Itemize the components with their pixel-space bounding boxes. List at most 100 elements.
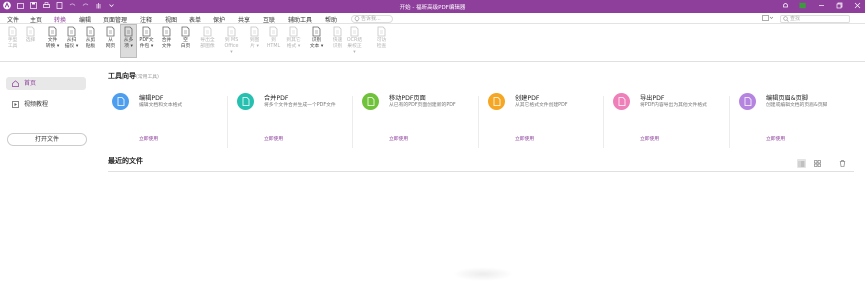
menu-view[interactable]: 视图 (165, 15, 177, 24)
ribbon-button-icon (350, 26, 359, 37)
close-icon[interactable] (853, 1, 861, 9)
ribbon-button-16[interactable]: 快速 识别 (329, 25, 346, 50)
use-now-link[interactable]: 立即使用 (640, 135, 659, 142)
card-divider (729, 96, 730, 148)
ribbon-button-13[interactable]: 到 HTML (265, 25, 282, 50)
tool-card[interactable]: 导出PDF 将PDF内容导出为其他文件格式 立即使用 (609, 90, 736, 150)
ribbon-button-5[interactable]: 从网页 (102, 25, 119, 50)
lightbulb-icon (354, 16, 360, 22)
ribbon-button-label-2: 工具 (7, 44, 18, 49)
tool-card-title: 编辑PDF (139, 95, 164, 102)
minimize-icon[interactable] (817, 1, 825, 9)
ribbon-button-label-2: 部图像 (200, 44, 215, 49)
ribbon-button-icon (86, 26, 95, 37)
open-file-button[interactable]: 打开文件 (7, 133, 87, 146)
ribbon-button-label-2: 贴板 (85, 44, 96, 49)
menu-annotate[interactable]: 注释 (140, 15, 152, 24)
edit-pdf-icon (112, 93, 129, 110)
export-pdf-icon (613, 93, 630, 110)
card-divider (227, 96, 228, 148)
tool-card-desc: 创建或编辑文档的页眉&页脚 (766, 103, 828, 108)
ribbon-button-12[interactable]: 到图片 ▾ (246, 25, 263, 50)
ribbon-button-2[interactable]: 文件 转换 ▾ (44, 25, 61, 50)
ribbon-button-icon (203, 26, 212, 37)
empty-state-graphic (453, 267, 513, 281)
find-input[interactable]: 查找 (780, 14, 850, 23)
menu-share[interactable]: 共享 (238, 15, 250, 24)
tool-card-title: 合并PDF (264, 95, 289, 102)
merge-pdf-icon (237, 93, 254, 110)
ribbon-toolbar: 手型 工具 选择 文件 转换 ▾ 从扫 描仪 ▾ 从剪 贴板从网页 从多项 ▾ PDF文 件包 ▾ 合并… (0, 24, 865, 62)
tool-card[interactable]: 合并PDF 将多个文件合并生成一个PDF文件 立即使用 (233, 90, 360, 150)
menu-connect[interactable]: 互联 (263, 15, 275, 24)
ribbon-button-7[interactable]: PDF文 件包 ▾ (138, 25, 155, 50)
use-now-link[interactable]: 立即使用 (515, 135, 534, 142)
use-now-link[interactable]: 立即使用 (389, 135, 408, 142)
ribbon-button-label-2: 项 ▾ (124, 44, 133, 49)
ribbon-button-11[interactable]: 到 MS Office ▾ (223, 25, 240, 56)
ribbon-button-label-2: 果校正 ▾ (347, 44, 362, 55)
ribbon-button-label-2: 文本 ▾ (309, 44, 324, 49)
tool-card[interactable]: 创建PDF 从其它格式文件创建PDF 立即使用 (484, 90, 611, 150)
ribbon-button-14[interactable]: 到其它 格式 ▾ (285, 25, 302, 50)
recent-files-title: 最近的文件 (108, 157, 143, 165)
ribbon-button-1[interactable]: 选择 (22, 25, 39, 44)
tool-card-title: 编辑页眉&页脚 (766, 95, 808, 102)
ribbon-button-label-1: 选择 (25, 38, 36, 43)
sidebar-item-home[interactable]: 首页 (6, 77, 86, 90)
tool-card[interactable]: 编辑页眉&页脚 创建或编辑文档的页眉&页脚 立即使用 (735, 90, 862, 150)
use-now-link[interactable]: 立即使用 (264, 135, 283, 142)
tool-card-desc: 将多个文件合并生成一个PDF文件 (264, 103, 336, 108)
restore-icon[interactable] (835, 1, 843, 9)
ribbon-button-17[interactable]: OCR结 果校正 ▾ (346, 25, 363, 56)
ribbon-button-icon (269, 26, 278, 37)
menu-home[interactable]: 主页 (30, 15, 42, 24)
grid-view-icon[interactable] (813, 159, 822, 168)
main-content: 工具向导(常用工具) 编辑PDF 编辑文档和文本格式 立即使用 合并PDF 将多个文件合… (97, 62, 865, 281)
menu-edit[interactable]: 编辑 (79, 15, 91, 24)
tool-card[interactable]: 编辑PDF 编辑文档和文本格式 立即使用 (108, 90, 235, 150)
sidebar-item-video[interactable]: 视频教程 (6, 98, 86, 111)
ribbon-button-4[interactable]: 从剪 贴板 (82, 25, 99, 50)
tool-card-desc: 从其它格式文件创建PDF (515, 103, 568, 108)
ribbon-button-label-2: 片 ▾ (250, 44, 259, 49)
ribbon-button-18[interactable]: 可访 检查 (373, 25, 390, 50)
search-icon (783, 16, 789, 22)
ribbon-button-10[interactable]: 导出全 部图像 (199, 25, 216, 50)
header-footer-icon (739, 93, 756, 110)
ribbon-button-icon (181, 26, 190, 37)
use-now-link[interactable]: 立即使用 (139, 135, 158, 142)
trash-icon[interactable] (838, 159, 847, 168)
tool-card[interactable]: 移动PDF页面 从已有的PDF页面创建新的PDF 立即使用 (358, 90, 485, 150)
bell-icon[interactable] (781, 1, 789, 9)
ribbon-button-label-2: 白页 (180, 44, 191, 49)
ribbon-button-label-2: HTML (266, 44, 281, 49)
create-pdf-icon (488, 93, 505, 110)
tell-me-search-input[interactable]: 告诉我... (351, 14, 393, 23)
account-icon[interactable] (799, 1, 807, 9)
menu-page-manage[interactable]: 页面管理 (103, 15, 127, 24)
menu-help[interactable]: 帮助 (325, 15, 337, 24)
recent-files-divider (108, 171, 854, 172)
menu-form[interactable]: 表单 (189, 15, 201, 24)
ribbon-button-9[interactable]: 空白页 (177, 25, 194, 50)
ribbon-button-label-2: 检查 (376, 44, 387, 49)
ribbon-button-3[interactable]: 从扫 描仪 ▾ (63, 25, 80, 50)
list-view-icon[interactable] (797, 159, 806, 168)
ribbon-button-6[interactable]: 从多项 ▾ (120, 24, 137, 58)
ribbon-button-icon (106, 26, 115, 37)
sidebar: 首页 视频教程 打开文件 (0, 62, 97, 281)
menu-file[interactable]: 文件 (7, 15, 19, 24)
use-now-link[interactable]: 立即使用 (766, 135, 785, 142)
card-divider (478, 96, 479, 148)
layout-options-icon[interactable] (762, 15, 774, 23)
ribbon-button-icon (162, 26, 171, 37)
menu-protect[interactable]: 保护 (213, 15, 225, 24)
ribbon-button-icon (312, 26, 321, 37)
ribbon-button-0[interactable]: 手型 工具 (4, 25, 21, 50)
ribbon-button-15[interactable]: 识别 文本 ▾ (308, 25, 325, 50)
ribbon-button-8[interactable]: 合并 文件 (158, 25, 175, 50)
ribbon-button-icon (250, 26, 259, 37)
ribbon-button-icon (377, 26, 386, 37)
menu-accessibility[interactable]: 辅助工具 (288, 15, 312, 24)
